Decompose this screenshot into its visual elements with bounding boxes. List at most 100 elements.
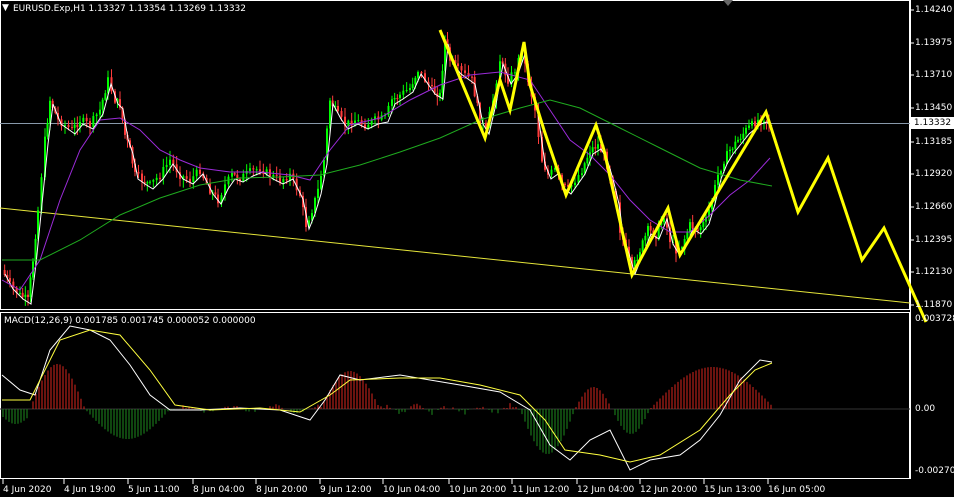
candle-body <box>231 173 233 177</box>
candle-body <box>597 144 599 149</box>
candle-body <box>92 116 95 127</box>
candle-body <box>717 174 719 185</box>
macd-scale-label: 0.00 <box>915 404 936 414</box>
price-label: 1.13185 <box>915 137 953 147</box>
candle-body <box>748 125 750 128</box>
price-label: 1.12660 <box>915 202 953 212</box>
macd-scale-label: -0.00270 <box>915 466 954 476</box>
candle-body <box>282 179 285 183</box>
candle-body <box>73 124 76 128</box>
candle-body <box>233 173 236 175</box>
time-label: 10 Jun 20:00 <box>449 485 507 495</box>
price-label: 1.11870 <box>915 300 953 310</box>
candle-body <box>702 221 705 228</box>
candle-body <box>27 294 29 297</box>
candle-body <box>19 292 21 294</box>
candle-body <box>441 70 444 93</box>
candle-body <box>754 121 756 127</box>
candle-body <box>357 120 360 122</box>
candle-body <box>214 192 217 195</box>
candle-body <box>46 123 49 137</box>
candle-body <box>76 124 79 128</box>
candle-body <box>24 294 27 298</box>
candle-body <box>255 169 258 171</box>
time-label: 4 Jun 19:00 <box>64 485 116 495</box>
candle-body <box>82 117 85 122</box>
candle-body <box>169 159 171 165</box>
candle-body <box>591 147 594 153</box>
candle-body <box>391 99 393 106</box>
trendline[interactable] <box>0 207 911 304</box>
candle-body <box>731 148 734 150</box>
candle-body <box>699 227 702 231</box>
candle-body <box>104 93 107 100</box>
macd-lines <box>1 325 773 471</box>
time-label: 12 Jun 20:00 <box>640 485 698 495</box>
candle-body <box>647 226 649 236</box>
candle-body <box>71 127 73 129</box>
time-label: 9 Jun 12:00 <box>320 485 372 495</box>
candle-body <box>340 111 343 117</box>
candle-body <box>734 141 737 149</box>
candle-body <box>141 173 143 182</box>
candle-body <box>633 260 636 267</box>
price-label: 1.12395 <box>915 235 953 245</box>
zigzag-projection[interactable] <box>438 29 928 323</box>
current-price-box: 1.13332 <box>911 117 954 129</box>
candle-body <box>514 72 516 74</box>
candle-body <box>402 90 405 95</box>
candle-body <box>564 183 566 185</box>
time-label: 15 Jun 13:00 <box>704 485 762 495</box>
macd-scale-label: 0.003728 <box>915 314 954 324</box>
price-label: 1.13710 <box>915 70 953 80</box>
candle-body <box>586 157 589 164</box>
time-label: 16 Jun 05:00 <box>768 485 826 495</box>
candle-body <box>737 139 739 142</box>
chart-header-icon[interactable]: ▼ <box>2 3 9 13</box>
candle-body <box>317 188 319 198</box>
candle-body <box>152 180 155 182</box>
candle-body <box>581 173 583 176</box>
candle-body <box>249 168 251 172</box>
candle-body <box>739 138 742 140</box>
candle-body <box>471 76 473 78</box>
candle-body <box>697 229 699 231</box>
candle-body <box>460 66 463 71</box>
candle-body <box>192 176 195 183</box>
candle-body <box>550 169 553 175</box>
candle-body <box>420 72 423 74</box>
candle-body <box>85 117 88 122</box>
collapse-arrow-icon[interactable] <box>723 0 733 6</box>
candle-body <box>745 127 747 134</box>
candle-body <box>457 63 459 67</box>
macd-frame <box>0 312 910 479</box>
candle-body <box>159 177 161 179</box>
trading-chart[interactable] <box>0 0 954 497</box>
time-label: 8 Jun 04:00 <box>193 485 245 495</box>
candle-body <box>149 181 151 183</box>
candle-body <box>691 222 694 229</box>
candle-body <box>686 232 689 239</box>
candle-body <box>185 176 188 179</box>
candle-body <box>199 169 201 174</box>
time-label: 11 Jun 12:00 <box>512 485 570 495</box>
candle-body <box>195 169 198 177</box>
price-label: 1.13450 <box>915 103 953 113</box>
price-label: 1.14240 <box>915 5 953 15</box>
candle-body <box>21 292 24 298</box>
candle-body <box>431 84 433 87</box>
time-label: 12 Jun 04:00 <box>577 485 635 495</box>
time-label: 5 Jun 11:00 <box>128 485 180 495</box>
price-label: 1.12920 <box>915 169 953 179</box>
candle-body <box>146 182 149 184</box>
candle-body <box>414 77 417 85</box>
candle-body <box>405 90 408 92</box>
candle-body <box>101 99 104 110</box>
candles-group <box>3 31 770 306</box>
candle-body <box>574 182 576 186</box>
candle-body <box>689 222 691 233</box>
candle-body <box>89 121 91 127</box>
candle-body <box>594 147 597 149</box>
candle-body <box>729 149 731 152</box>
candle-body <box>67 124 70 128</box>
